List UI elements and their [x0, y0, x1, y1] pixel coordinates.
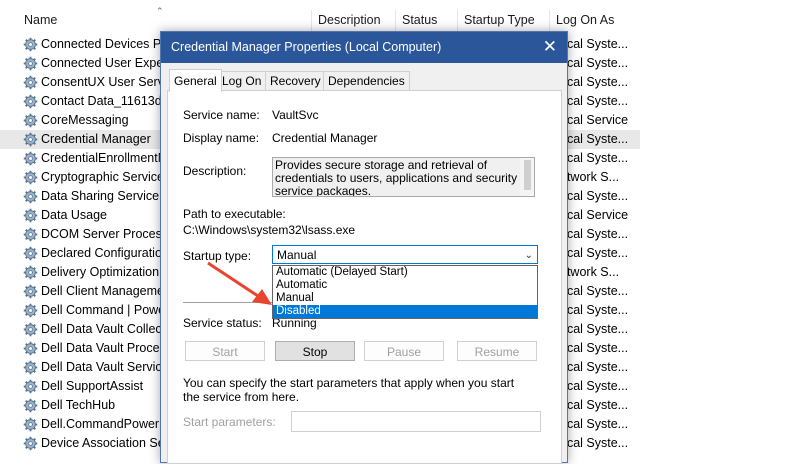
arrow-shaft	[207, 261, 259, 298]
annotation-arrow	[207, 261, 272, 305]
arrow-head	[252, 289, 272, 305]
